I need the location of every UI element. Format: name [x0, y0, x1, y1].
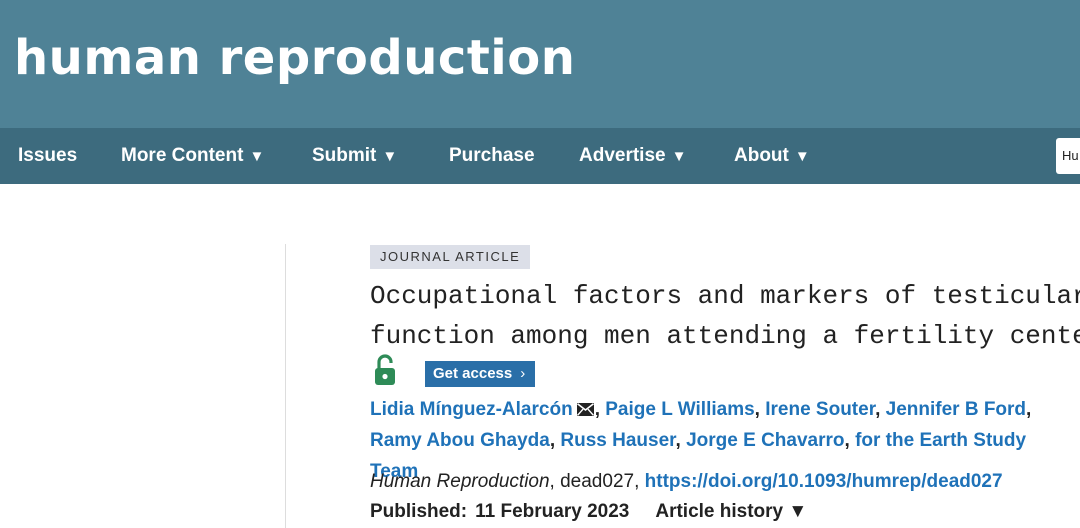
author-link[interactable]: Russ Hauser: [560, 430, 675, 451]
nav-item-issues[interactable]: Issues: [18, 128, 77, 184]
sidebar-divider: [285, 244, 286, 528]
author-link[interactable]: Jennifer B Ford: [886, 399, 1026, 420]
author-link[interactable]: Irene Souter: [765, 399, 875, 420]
nav-item-more-content[interactable]: More Content ▼: [121, 128, 264, 184]
nav-item-advertise[interactable]: Advertise ▼: [579, 128, 686, 184]
nav-item-label: More Content: [121, 145, 244, 166]
nav-item-label: Submit: [312, 145, 377, 166]
article-title: Occupational factors and markers of test…: [370, 276, 1080, 356]
nav-item-purchase[interactable]: Purchase: [449, 128, 535, 184]
get-access-label: Get access: [433, 365, 513, 382]
journal-name: Human Reproduction: [370, 471, 550, 492]
author-link[interactable]: Ramy Abou Ghayda: [370, 430, 550, 451]
author-separator: ,: [754, 399, 760, 420]
author-separator: ,: [675, 430, 681, 451]
open-lock-icon: [375, 354, 395, 385]
article-history-toggle[interactable]: Article history ▼: [655, 501, 807, 522]
author-separator: ,: [549, 430, 556, 451]
site-title[interactable]: human reproduction: [14, 28, 575, 88]
get-access-button[interactable]: Get access ›: [425, 361, 536, 387]
caret-down-icon: ▼: [382, 148, 398, 165]
nav-item-about[interactable]: About ▼: [734, 128, 810, 184]
nav-item-submit[interactable]: Submit ▼: [312, 128, 397, 184]
author-link[interactable]: Lidia Mínguez-Alarcón: [370, 399, 573, 420]
author-separator: ,: [1026, 399, 1032, 420]
published-label: Published:: [370, 501, 468, 522]
nav-item-label: Advertise: [579, 145, 666, 166]
caret-down-icon: ▼: [249, 148, 265, 165]
publication-info: Published: 11 February 2023 Article histor…: [370, 498, 807, 526]
article-title-line: function among men attending a fertility…: [370, 321, 1080, 351]
site-banner: human reproduction: [0, 0, 1080, 128]
caret-down-icon: ▼: [794, 148, 810, 165]
article-title-line: Occupational factors and markers of test…: [370, 281, 1080, 311]
nav-item-label: About: [734, 145, 789, 166]
doi-link[interactable]: https://doi.org/10.1093/humrep/dead027: [645, 471, 1003, 492]
citation-separator: ,: [549, 471, 555, 492]
article-type-badge: JOURNAL ARTICLE: [370, 245, 531, 269]
author-separator: ,: [844, 430, 850, 451]
citation-line: Human Reproduction, dead027, https://doi…: [370, 468, 1003, 496]
author-link[interactable]: Paige L Williams: [605, 399, 754, 420]
citation-separator: ,: [634, 471, 640, 492]
main-nav: Issues More Content ▼ Submit ▼ Purchase Ad…: [0, 128, 1080, 184]
published-date: 11 February 2023: [475, 501, 630, 522]
chevron-right-icon: ›: [520, 365, 526, 382]
caret-down-icon: ▼: [671, 148, 687, 165]
author-separator: ,: [875, 399, 881, 420]
author-separator: ,: [594, 399, 600, 420]
mail-icon[interactable]: [576, 403, 594, 416]
author-link[interactable]: Jorge E Chavarro: [686, 430, 844, 451]
nav-item-label: Issues: [18, 145, 78, 166]
article-id: dead027: [560, 471, 635, 492]
nav-item-label: Purchase: [449, 145, 535, 166]
search-input[interactable]: Hu: [1056, 138, 1080, 174]
